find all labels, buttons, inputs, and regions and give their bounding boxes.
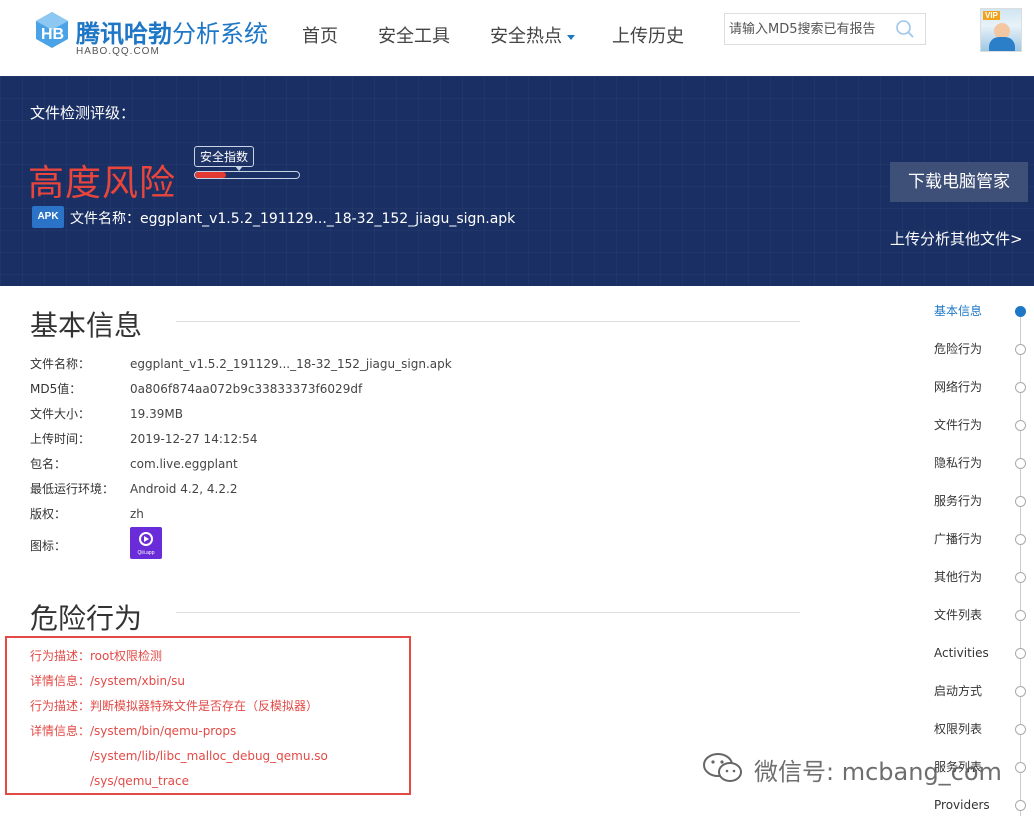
side-nav-activities[interactable]: Activities	[934, 643, 989, 663]
danger-title: 危险行为	[30, 602, 143, 635]
side-nav-dot[interactable]	[1015, 344, 1026, 355]
security-score-fill	[195, 172, 227, 178]
info-label: 版权：	[30, 507, 67, 521]
avatar-body	[989, 37, 1015, 51]
info-value: zh	[130, 507, 144, 521]
info-label: 最低运行环境：	[30, 482, 115, 496]
info-label: 上传时间：	[30, 432, 91, 446]
side-nav-dot[interactable]	[1015, 648, 1026, 659]
nav-security-hotspots-label: 安全热点	[490, 26, 562, 47]
app-icon: Qiii.app	[130, 527, 162, 559]
side-nav-permissions[interactable]: 权限列表	[934, 719, 982, 739]
side-nav-privacy[interactable]: 隐私行为	[934, 453, 982, 473]
side-nav-providers[interactable]: Providers	[934, 795, 990, 815]
side-nav-dot[interactable]	[1015, 306, 1026, 317]
side-nav-service[interactable]: 服务行为	[934, 491, 982, 511]
apk-file-icon: APK	[32, 206, 64, 228]
vip-badge: VIP	[983, 11, 1000, 20]
info-value: Android 4.2, 4.2.2	[130, 482, 238, 496]
side-nav-dot[interactable]	[1015, 534, 1026, 545]
nav-security-hotspots[interactable]: 安全热点	[490, 22, 575, 48]
info-label: 文件大小：	[30, 407, 91, 421]
side-nav-dot[interactable]	[1015, 458, 1026, 469]
info-label: 图标：	[30, 539, 67, 553]
search-icon[interactable]	[895, 19, 915, 39]
danger-line: /system/lib/libc_malloc_debug_qemu.so	[90, 749, 328, 763]
habo-logo[interactable]: HB 腾讯哈勃分析系统 HABO.QQ.COM	[30, 8, 270, 60]
info-label: 包名：	[30, 457, 67, 471]
logo-title: 腾讯哈勃分析系统	[76, 20, 268, 48]
nav-security-tools[interactable]: 安全工具	[378, 22, 450, 48]
danger-line: /sys/qemu_trace	[90, 774, 189, 788]
rating-label: 文件检测评级：	[30, 104, 136, 122]
upload-other-files-link[interactable]: 上传分析其他文件>	[890, 228, 1023, 249]
risk-level: 高度风险	[28, 163, 177, 204]
danger-line: 行为描述：判断模拟器特殊文件是否存在（反模拟器）	[30, 699, 319, 713]
play-icon	[139, 532, 153, 546]
top-header: HB 腾讯哈勃分析系统 HABO.QQ.COM 首页 安全工具 安全热点 上传历…	[0, 0, 1034, 76]
side-nav-basic-info[interactable]: 基本信息	[934, 301, 982, 321]
basic-info-title: 基本信息	[30, 309, 143, 342]
info-value: 2019-12-27 14:12:54	[130, 432, 258, 446]
danger-line: 详情信息：/system/xbin/su	[30, 674, 186, 688]
danger-line: 详情信息：/system/bin/qemu-props	[30, 724, 237, 738]
side-nav: 基本信息 危险行为 网络行为 文件行为 隐私行为 服务行为 广播行为 其他行为 …	[934, 300, 1034, 816]
side-nav-dot[interactable]	[1015, 762, 1026, 773]
result-banner: 文件检测评级： 高度风险 安全指数 APK 文件名称：eggplant_v1.5…	[0, 76, 1034, 286]
side-nav-dot[interactable]	[1015, 800, 1026, 811]
md5-search	[724, 13, 926, 45]
side-nav-dot[interactable]	[1015, 420, 1026, 431]
info-label: MD5值：	[30, 382, 82, 396]
file-name-label: 文件名称：	[70, 211, 140, 227]
file-name-value: eggplant_v1.5.2_191129..._18-32_152_jiag…	[140, 211, 516, 227]
svg-text:HB: HB	[41, 26, 64, 43]
side-nav-network[interactable]: 网络行为	[934, 377, 982, 397]
watermark-text: 微信号: mcbang_com	[754, 758, 1002, 786]
info-label: 文件名称：	[30, 357, 91, 371]
nav-upload-history[interactable]: 上传历史	[612, 22, 684, 48]
security-score-bar	[194, 171, 300, 179]
side-nav-dot[interactable]	[1015, 496, 1026, 507]
side-nav-other[interactable]: 其他行为	[934, 567, 982, 587]
danger-line: 行为描述：root权限检测	[30, 649, 163, 663]
wechat-icon	[703, 753, 742, 782]
side-nav-dot[interactable]	[1015, 572, 1026, 583]
nav-home[interactable]: 首页	[302, 22, 338, 48]
side-nav-broadcast[interactable]: 广播行为	[934, 529, 982, 549]
basic-info-divider	[176, 321, 800, 322]
banner-file-name: 文件名称：eggplant_v1.5.2_191129..._18-32_152…	[70, 208, 515, 228]
logo-domain: HABO.QQ.COM	[76, 46, 160, 57]
app-icon-text: Qiii.app	[137, 550, 155, 556]
download-pc-manager-button[interactable]: 下载电脑管家	[890, 162, 1028, 202]
habo-logo-icon: HB	[36, 12, 68, 48]
side-nav-dot[interactable]	[1015, 610, 1026, 621]
side-nav-dot[interactable]	[1015, 724, 1026, 735]
user-avatar[interactable]: VIP	[980, 8, 1022, 52]
chevron-down-icon	[567, 34, 575, 40]
side-nav-startup[interactable]: 启动方式	[934, 681, 982, 701]
side-nav-dot[interactable]	[1015, 686, 1026, 697]
info-value: com.live.eggplant	[130, 457, 238, 471]
side-nav-dot[interactable]	[1015, 382, 1026, 393]
side-nav-file-list[interactable]: 文件列表	[934, 605, 982, 625]
md5-search-input[interactable]	[725, 14, 893, 44]
info-value: eggplant_v1.5.2_191129..._18-32_152_jiag…	[130, 357, 452, 371]
side-nav-danger[interactable]: 危险行为	[934, 339, 982, 359]
info-value: 19.39MB	[130, 407, 183, 421]
security-score-tooltip: 安全指数	[194, 146, 255, 171]
danger-divider	[176, 612, 800, 613]
info-value: 0a806f874aa072b9c33833373f6029df	[130, 382, 363, 396]
side-nav-file[interactable]: 文件行为	[934, 415, 982, 435]
